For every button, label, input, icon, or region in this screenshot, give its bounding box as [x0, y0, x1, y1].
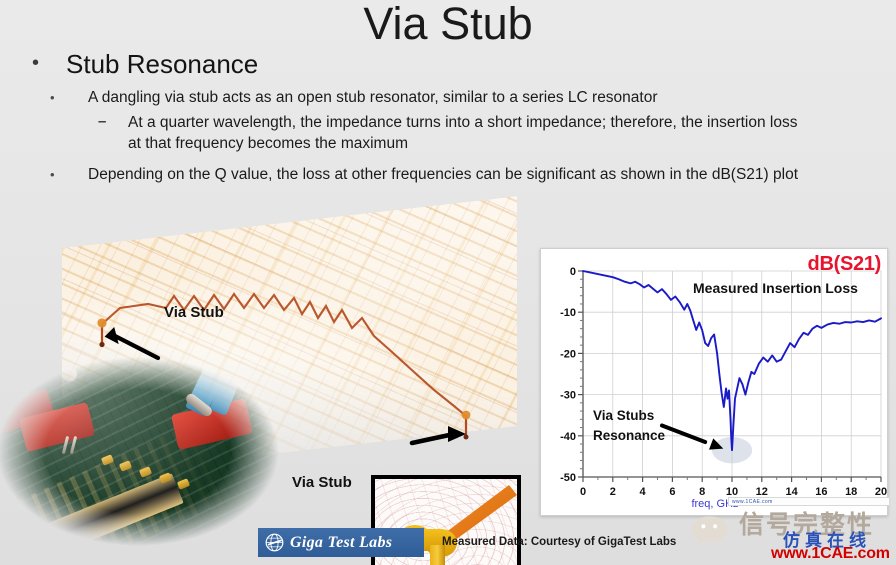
via-stub-label-bottom: Via Stub [292, 474, 352, 491]
svg-text:-50: -50 [560, 472, 576, 484]
bullet-list: • Stub Resonance • A dangling via stub a… [0, 48, 896, 189]
bullet-level2-b: • Depending on the Q value, the loss at … [0, 164, 896, 185]
bullet-level1-text: Stub Resonance [66, 49, 259, 79]
svg-text:0: 0 [570, 266, 576, 278]
svg-text:-40: -40 [560, 431, 576, 443]
svg-text:6: 6 [669, 486, 675, 498]
chart-subtitle: Measured Insertion Loss [693, 280, 858, 296]
dash-marker: – [98, 113, 107, 130]
svg-text:4: 4 [640, 486, 647, 498]
globe-icon [265, 533, 284, 552]
svg-text:-30: -30 [560, 390, 576, 402]
callout-arrow-bottom [409, 426, 466, 446]
bullet-level3: – At a quarter wavelength, the impedance… [0, 112, 896, 154]
bullet-level2-b-text: Depending on the Q value, the loss at ot… [88, 166, 798, 183]
bullet-level3-line2: at that frequency becomes the maximum [128, 135, 408, 152]
svg-text:-20: -20 [560, 348, 576, 360]
via-stub-label-top: Via Stub [164, 304, 224, 321]
bullet-level1: • Stub Resonance [0, 48, 896, 80]
annotation-resonance: Resonance [593, 428, 666, 443]
bullet-level2-a-text: A dangling via stub acts as an open stub… [88, 89, 658, 106]
slide-canvas: Via Stub • Stub Resonance • A dangling v… [0, 0, 896, 565]
bullet-level3-line1: At a quarter wavelength, the impedance t… [128, 114, 798, 131]
svg-text:2: 2 [610, 486, 616, 498]
probed-pcb-photo [0, 344, 298, 559]
insertion-loss-chart: 0 2 4 6 8 10 12 14 16 18 20 0 -10 -20 -30 -40 -50 freq, … [540, 248, 888, 516]
data-credit-caption: Measured Data: Courtesy of GigaTest Labs [442, 536, 677, 548]
pcb-artwork-composite: Via Stub Via Stub [0, 196, 521, 565]
watermark-url: www.1CAE.com [771, 545, 890, 562]
bullet-marker: • [50, 167, 55, 182]
logo-wordmark: Giga Test Labs [290, 533, 393, 551]
chart-tick-labels: 0 2 4 6 8 10 12 14 16 18 200-10-20-30-40-50 [560, 266, 887, 498]
site-watermark: www.1CAE.com 信号完整性 仿真在线 www.1CAE.com [677, 497, 892, 565]
svg-text:-10: -10 [560, 307, 576, 319]
bullet-marker: • [50, 90, 55, 105]
svg-text:8: 8 [699, 486, 705, 498]
bullet-marker: • [32, 52, 40, 74]
svg-text:0: 0 [580, 486, 586, 498]
annotation-via-stubs: Via Stubs [593, 408, 655, 423]
chart-title-db-s21: dB(S21) [807, 253, 882, 275]
wechat-icon [691, 516, 728, 545]
bullet-level2-a: • A dangling via stub acts as an open st… [0, 87, 896, 108]
page-title: Via Stub [363, 0, 533, 49]
gigatest-labs-logo: Giga Test Labs [258, 528, 424, 557]
